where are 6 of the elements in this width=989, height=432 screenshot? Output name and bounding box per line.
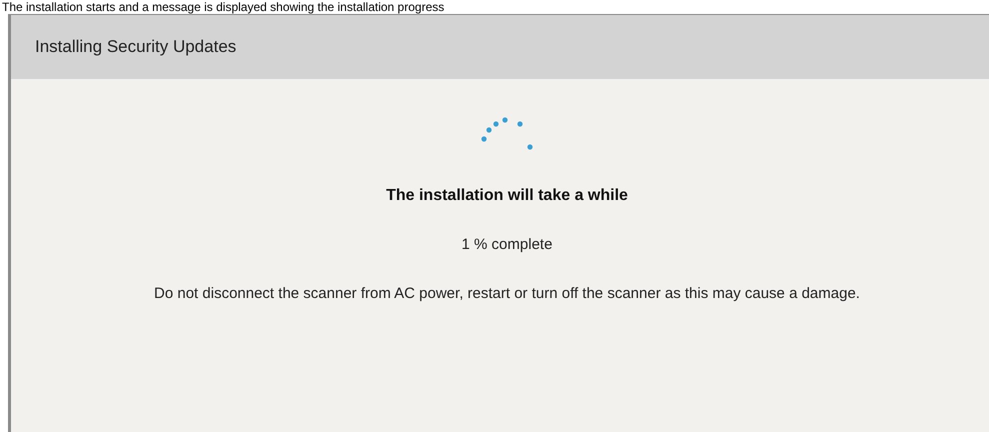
progress-text: 1 % complete xyxy=(462,235,552,255)
spinner-icon xyxy=(481,117,533,150)
status-heading: The installation will take a while xyxy=(386,186,628,206)
caption-text: The installation starts and a message is displayed showing the installation progress xyxy=(1,0,444,14)
window-title: Installing Security Updates xyxy=(35,36,236,58)
warning-text: Do not disconnect the scanner from AC power, restart or turn off the scanner as this may cause a damage. xyxy=(154,284,860,304)
